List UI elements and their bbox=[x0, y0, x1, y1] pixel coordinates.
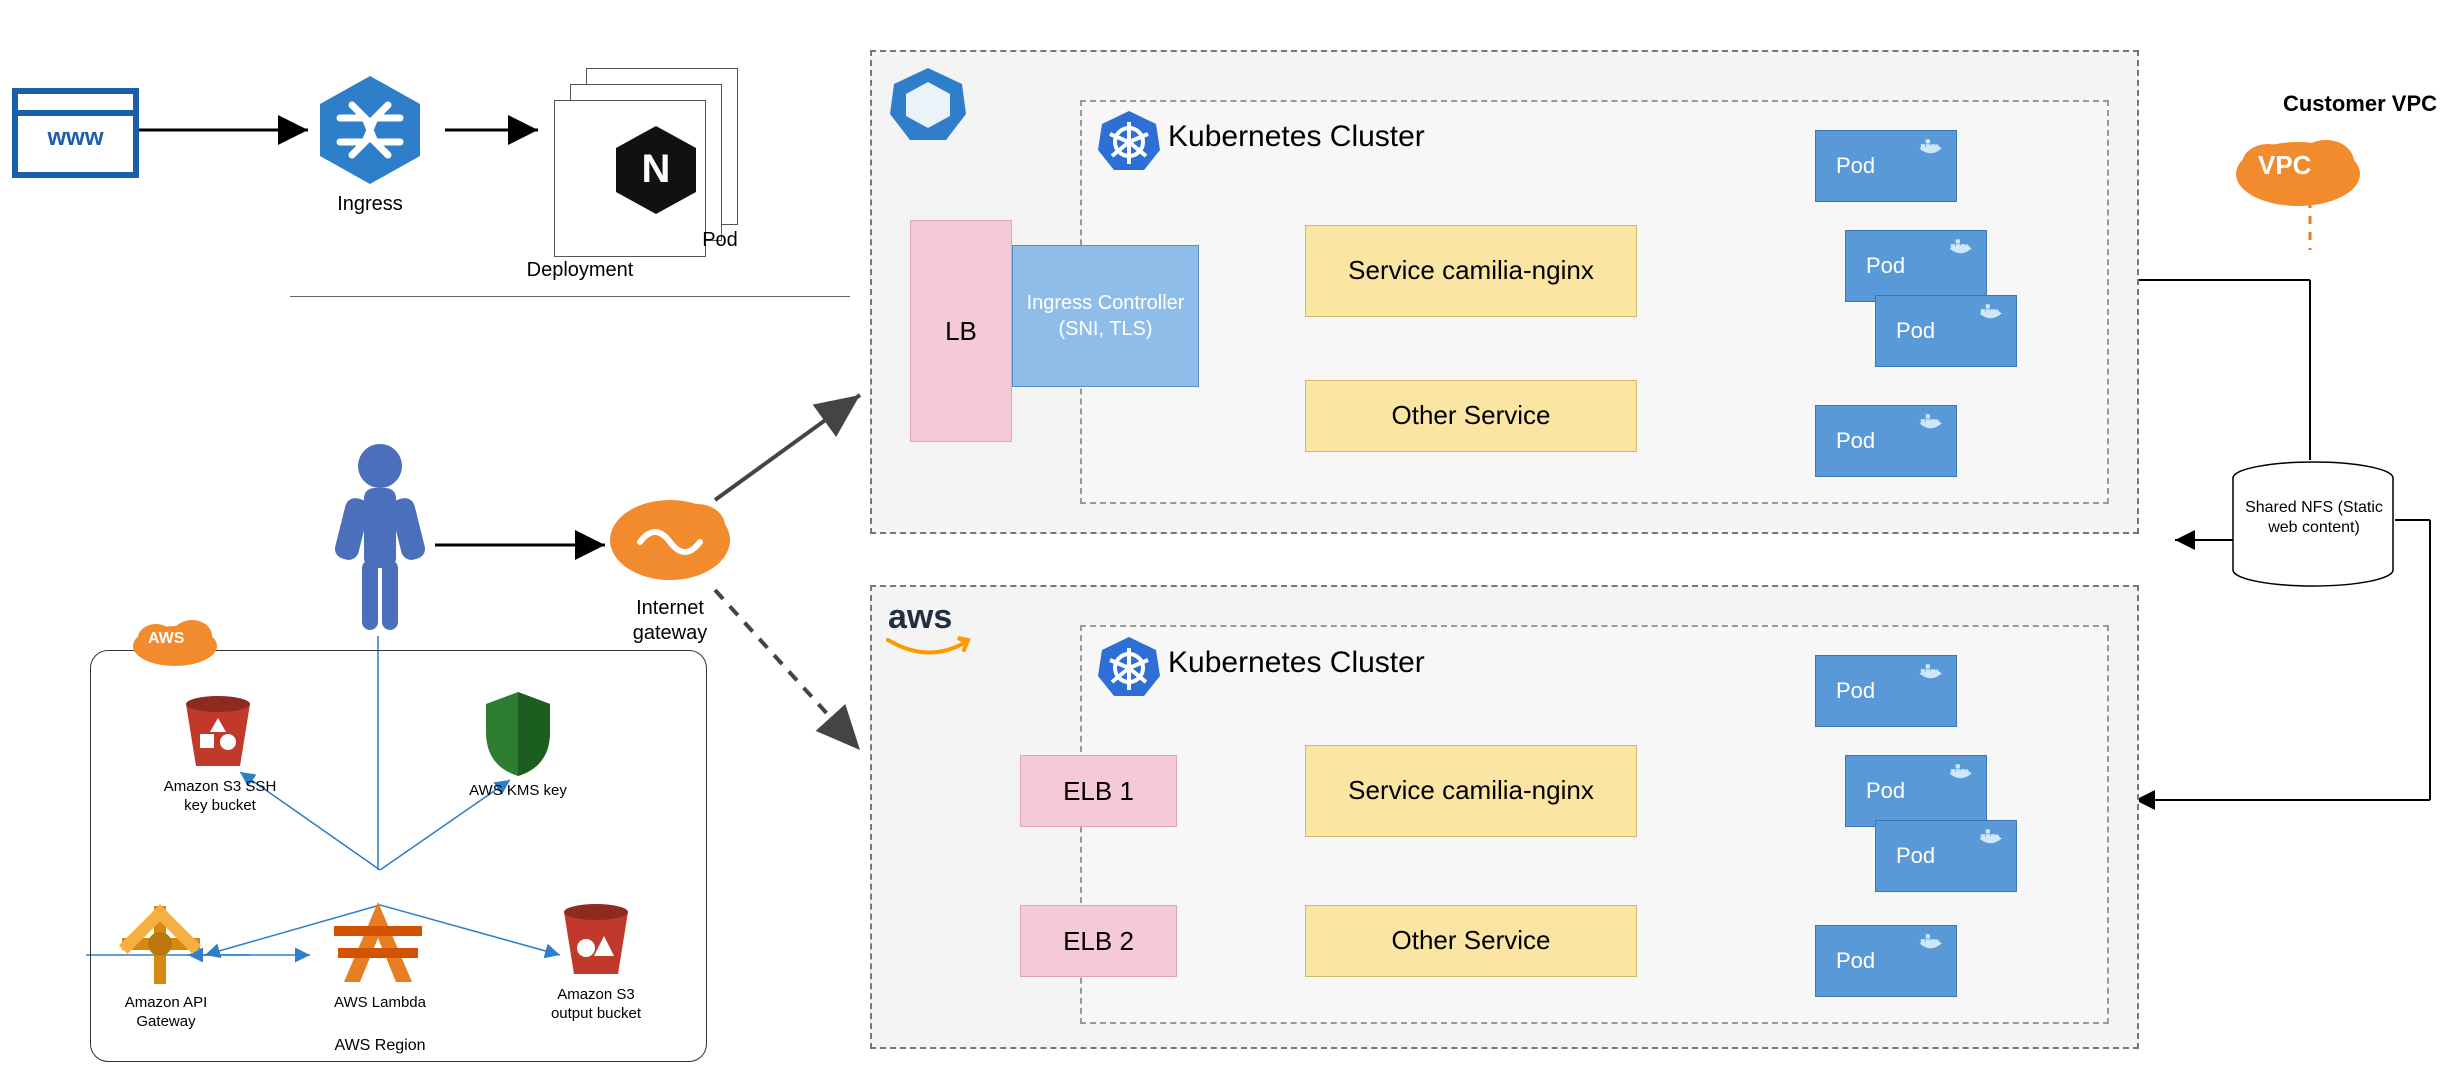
pod-1b: Pod bbox=[1845, 230, 1987, 302]
s3-output-icon bbox=[556, 902, 636, 982]
aws-cloud-text: AWS bbox=[148, 630, 184, 648]
elb-2: ELB 2 bbox=[1020, 905, 1177, 977]
browser-icon: www bbox=[12, 88, 139, 178]
aws-region-label: AWS Region bbox=[280, 1036, 480, 1056]
nfs-label: Shared NFS (Static web content) bbox=[2244, 498, 2384, 538]
pod-label-top: Pod bbox=[680, 228, 760, 253]
nginx-pod-icon: N bbox=[608, 122, 704, 218]
deployment-label: Deployment bbox=[470, 258, 690, 283]
service-camilia-2: Service camilia-nginx bbox=[1305, 745, 1637, 837]
k8s-title-2: Kubernetes Cluster bbox=[1168, 646, 1425, 680]
docker-icon bbox=[1918, 932, 1946, 952]
s3-out-label: Amazon S3 output bucket bbox=[536, 986, 656, 1024]
docker-icon bbox=[1978, 302, 2006, 322]
k8s-title-1: Kubernetes Cluster bbox=[1168, 120, 1425, 154]
pod-2c: Pod bbox=[1875, 820, 2017, 892]
k8s-wheel-icon-2 bbox=[1096, 634, 1162, 700]
ingress-icon bbox=[310, 70, 430, 193]
docker-icon bbox=[1918, 137, 1946, 157]
s3-ssh-label: Amazon S3 SSH key bucket bbox=[160, 778, 280, 816]
api-gateway-icon bbox=[116, 900, 206, 990]
browser-www-label: www bbox=[18, 116, 133, 152]
user-icon bbox=[330, 440, 430, 640]
pod-2d: Pod bbox=[1815, 925, 1957, 997]
k8s-wheel-icon-1 bbox=[1096, 108, 1162, 174]
docker-icon bbox=[1948, 762, 1976, 782]
service-other-2: Other Service bbox=[1305, 905, 1637, 977]
s3-bucket-icon bbox=[178, 694, 258, 774]
lambda-label: AWS Lambda bbox=[310, 994, 450, 1013]
lambda-icon bbox=[330, 896, 426, 992]
lb-box: LB bbox=[910, 220, 1012, 442]
pod-2b: Pod bbox=[1845, 755, 1987, 827]
docker-icon bbox=[1948, 237, 1976, 257]
ingress-label: Ingress bbox=[310, 192, 430, 217]
deployment-group: N Pod bbox=[540, 60, 780, 260]
service-other-1: Other Service bbox=[1305, 380, 1637, 452]
service-camilia-1: Service camilia-nginx bbox=[1305, 225, 1637, 317]
aws-smile-icon bbox=[886, 636, 972, 662]
pod-1c: Pod bbox=[1875, 295, 2017, 367]
aws-logo-text: aws bbox=[888, 598, 952, 637]
diagram-canvas: www Ingress N Pod Deployment Internet ga… bbox=[0, 0, 2452, 1070]
docker-icon bbox=[1918, 412, 1946, 432]
internet-gateway-label: Internet gateway bbox=[600, 596, 740, 646]
pod-1d: Pod bbox=[1815, 405, 1957, 477]
docker-icon bbox=[1918, 662, 1946, 682]
kms-label: AWS KMS key bbox=[458, 782, 578, 801]
helm-icon bbox=[888, 64, 968, 144]
pod-2a: Pod bbox=[1815, 655, 1957, 727]
api-gw-label: Amazon API Gateway bbox=[106, 994, 226, 1032]
pod-1a: Pod bbox=[1815, 130, 1957, 202]
vpc-text: VPC bbox=[2258, 150, 2311, 181]
svg-text:N: N bbox=[642, 147, 671, 191]
ingress-controller-box: Ingress Controller (SNI, TLS) bbox=[1012, 245, 1199, 387]
elb-1: ELB 1 bbox=[1020, 755, 1177, 827]
internet-gateway-icon bbox=[605, 480, 735, 590]
kms-key-icon bbox=[478, 688, 558, 778]
customer-vpc-label: Customer VPC bbox=[2280, 90, 2440, 118]
divider-top bbox=[290, 296, 850, 297]
docker-icon bbox=[1978, 827, 2006, 847]
